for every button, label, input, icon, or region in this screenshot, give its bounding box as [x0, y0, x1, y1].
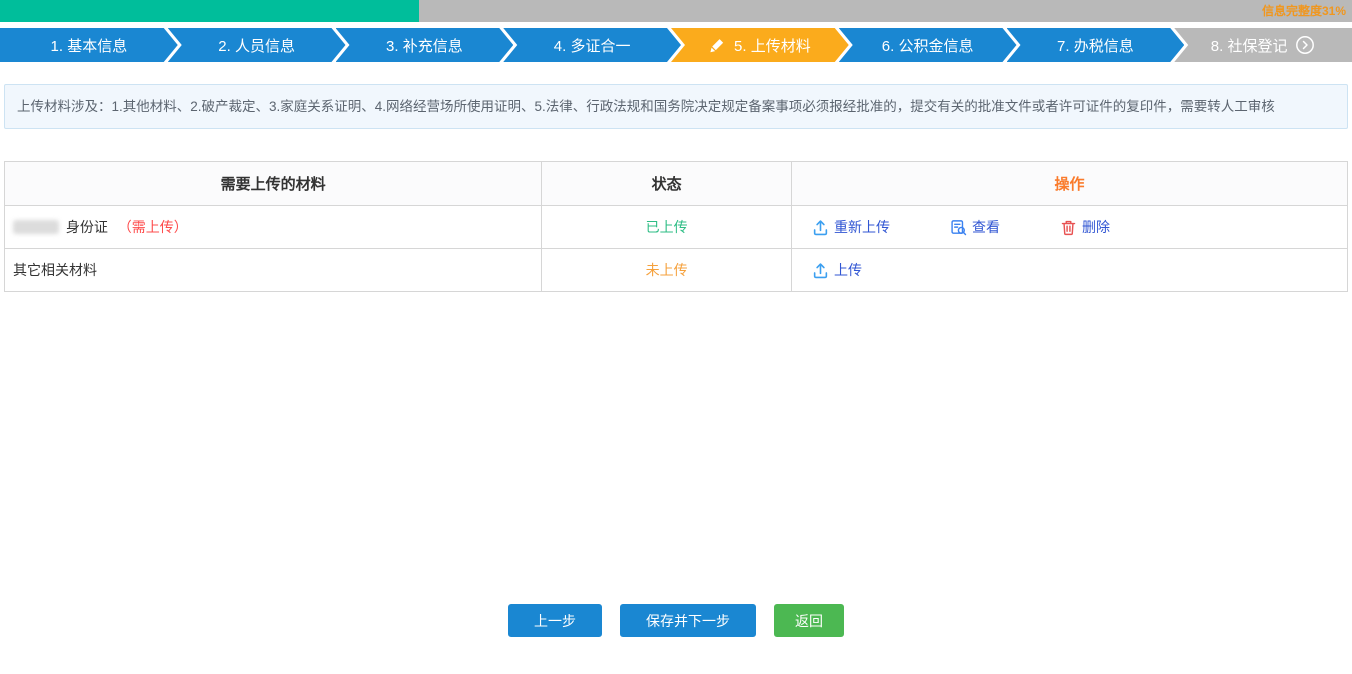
upload-icon — [812, 219, 829, 236]
step-nav: 1. 基本信息 2. 人员信息 3. 补充信息 4. 多证合一 5. 上传材料 … — [0, 28, 1352, 62]
step-label: 1. 基本信息 — [51, 35, 128, 56]
upload-icon — [812, 262, 829, 279]
return-button[interactable]: 返回 — [774, 604, 844, 637]
reupload-button[interactable]: 重新上传 — [812, 217, 890, 237]
view-button[interactable]: 查看 — [950, 217, 1000, 237]
document-search-icon — [950, 219, 967, 236]
table-header-row: 需要上传的材料 状态 操作 — [5, 162, 1348, 206]
prev-step-button[interactable]: 上一步 — [508, 604, 602, 637]
material-name: 身份证 — [66, 219, 108, 235]
notice-text: 上传材料涉及：1.其他材料、2.破产裁定、3.家庭关系证明、4.网络经营场所使用… — [17, 99, 1275, 114]
footer-buttons: 上一步 保存并下一步 返回 — [0, 604, 1352, 637]
status-text: 已上传 — [646, 219, 688, 235]
step-tab-multi-cert[interactable]: 4. 多证合一 — [503, 28, 681, 62]
column-header-material: 需要上传的材料 — [5, 162, 542, 206]
upload-button[interactable]: 上传 — [812, 260, 862, 280]
step-tab-housing-fund[interactable]: 6. 公积金信息 — [839, 28, 1017, 62]
delete-button[interactable]: 删除 — [1060, 217, 1110, 237]
redacted-name — [13, 220, 59, 234]
trash-icon — [1060, 219, 1077, 236]
delete-label: 删除 — [1082, 217, 1110, 237]
step-label: 2. 人员信息 — [218, 35, 295, 56]
status-text: 未上传 — [646, 262, 688, 278]
step-tab-supplement-info[interactable]: 3. 补充信息 — [336, 28, 514, 62]
material-name: 其它相关材料 — [13, 262, 97, 278]
step-label: 8. 社保登记 — [1211, 35, 1288, 56]
reupload-label: 重新上传 — [834, 217, 890, 237]
materials-table: 需要上传的材料 状态 操作 身份证 （需上传） 已上传 — [4, 161, 1348, 292]
operations: 上传 — [812, 260, 1347, 280]
notice-banner: 上传材料涉及：1.其他材料、2.破产裁定、3.家庭关系证明、4.网络经营场所使用… — [4, 84, 1348, 129]
table-row-other-materials: 其它相关材料 未上传 — [5, 249, 1348, 292]
operations: 重新上传 — [812, 217, 1347, 237]
step-tab-tax-info[interactable]: 7. 办税信息 — [1007, 28, 1185, 62]
progress-label: 信息完整度31% — [1262, 0, 1346, 22]
table-row-id-card: 身份证 （需上传） 已上传 — [5, 206, 1348, 249]
chevron-circle-icon[interactable] — [1295, 35, 1315, 55]
step-label: 4. 多证合一 — [554, 35, 631, 56]
edit-pencil-icon — [709, 37, 726, 54]
column-header-status: 状态 — [542, 162, 792, 206]
step-label: 5. 上传材料 — [734, 35, 811, 56]
step-tab-social-security[interactable]: 8. 社保登记 — [1174, 28, 1352, 62]
save-next-button[interactable]: 保存并下一步 — [620, 604, 756, 637]
step-label: 6. 公积金信息 — [882, 35, 974, 56]
progress-fill — [0, 0, 419, 22]
step-tab-basic-info[interactable]: 1. 基本信息 — [0, 28, 178, 62]
step-tab-personnel-info[interactable]: 2. 人员信息 — [168, 28, 346, 62]
step-label: 3. 补充信息 — [386, 35, 463, 56]
view-label: 查看 — [972, 217, 1000, 237]
completeness-progress-bar: 信息完整度31% — [0, 0, 1352, 22]
page: 信息完整度31% 1. 基本信息 2. 人员信息 3. 补充信息 4. 多证合一… — [0, 0, 1352, 637]
column-header-operation: 操作 — [791, 162, 1347, 206]
upload-label: 上传 — [834, 260, 862, 280]
required-badge: （需上传） — [118, 219, 188, 235]
step-label: 7. 办税信息 — [1057, 35, 1134, 56]
step-tab-upload-materials[interactable]: 5. 上传材料 — [671, 28, 849, 62]
